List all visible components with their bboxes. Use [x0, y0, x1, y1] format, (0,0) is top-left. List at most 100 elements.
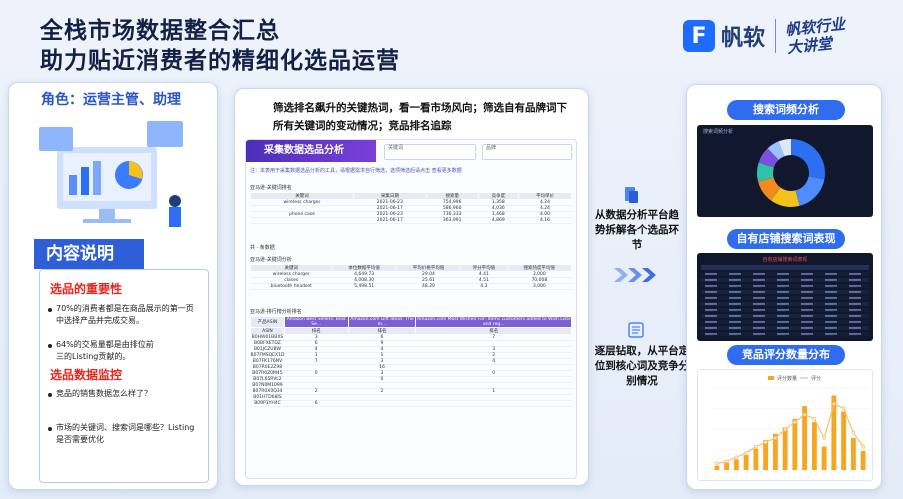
brand: F 帆软 帆软行业 大讲堂 [683, 14, 846, 58]
table-cell: B01HTD68IS [250, 394, 285, 401]
table-row: B09P1YH4C 6 [250, 400, 572, 407]
bar [714, 465, 720, 470]
table-cell [849, 297, 861, 299]
title-line-1: 全栈市场数据整合汇总 [40, 18, 280, 44]
line-point [744, 451, 748, 455]
table-cell [753, 303, 765, 305]
table-cell [825, 297, 837, 299]
table-cell [705, 285, 717, 287]
table-cell [415, 400, 572, 407]
table-header: 搜索热度平均值 [506, 264, 573, 272]
donut-slice [791, 139, 825, 180]
bar [850, 438, 856, 470]
table-cell [753, 321, 765, 323]
table-cell: 6 [284, 400, 348, 407]
table-cell: B07R0Z0M45 [250, 370, 285, 377]
table-cell: B07N0M1099 [250, 382, 285, 389]
title-line-2: 助力贴近消费者的精细化选品运营 [40, 48, 400, 74]
keyword-filter[interactable]: 关键词 [384, 144, 476, 160]
table-cell [705, 291, 717, 293]
table-cell: 3,000 [507, 283, 572, 290]
rating-distribution-chart-box: 评分数量 评分 [697, 369, 873, 481]
table-cell [801, 273, 813, 275]
line-point [851, 430, 856, 435]
table-cell [705, 279, 717, 281]
table-cell [348, 400, 416, 407]
table-cell [801, 285, 813, 287]
line-point [793, 420, 797, 424]
table-cell: B07L65RVL2 [250, 376, 285, 383]
table-cell [801, 321, 813, 323]
table-cell: 2021-06-17 [353, 217, 427, 224]
line-point [715, 461, 719, 466]
table-cell [849, 303, 861, 305]
table-cell [825, 291, 837, 293]
brand-tag: 帆软行业 大讲堂 [784, 14, 846, 58]
table-cell [777, 273, 789, 275]
table-cell [777, 297, 789, 299]
heading-monitoring: 选品数据监控 [50, 368, 123, 382]
table-cell [777, 279, 789, 281]
table-cell [849, 333, 861, 335]
line-point [822, 436, 826, 440]
table-cell [729, 333, 741, 335]
table-cell [777, 303, 789, 305]
dashboard-title: 搜索词频分析 [703, 129, 734, 135]
line-point [724, 459, 729, 464]
table-cell [849, 315, 861, 317]
page-title: 全栈市场数据整合汇总 助力贴近消费者的精细化选品运营 [40, 16, 400, 76]
table-header: Amazon.com Most Wished For: Items custom… [415, 316, 572, 328]
heading-importance: 选品的重要性 [50, 282, 123, 296]
table-subheader: 排名 [415, 327, 572, 335]
table-header [701, 265, 869, 270]
table-cell [705, 297, 717, 299]
line-point [763, 440, 768, 445]
analytics-illustration-icon [39, 121, 183, 227]
table-cell [801, 279, 813, 281]
table-cell [705, 321, 717, 323]
table-cell [705, 309, 717, 311]
table-cell [849, 321, 861, 323]
report-banner: 采集数据选品分析 [246, 140, 376, 162]
bar [831, 395, 837, 470]
analysis-panel: 搜索词频分析 搜索词频分析 自有店铺搜索词表现 自有店铺搜索词表现 竞品评分数量… [686, 84, 882, 490]
donut-slice [795, 176, 825, 206]
table-header: 搜索量 [425, 192, 479, 200]
table-cell [705, 333, 717, 335]
table-cell [753, 309, 765, 311]
table-cell [753, 285, 765, 287]
table-header: Amazon.com Gift Ideas: The m... [347, 316, 417, 328]
table-cell [777, 327, 789, 329]
selection-report: 采集数据选品分析 关键词 品牌 注：本表用于采集数据选品分析的工具，请根据需求自… [245, 139, 577, 479]
brand-filter[interactable]: 品牌 [482, 144, 572, 160]
pager[interactable]: 共 · 条数据 [250, 244, 275, 251]
table-cell: B07FMSQEX1D [250, 352, 285, 359]
table-cell: 4.16 [518, 217, 572, 224]
table-cell [777, 309, 789, 311]
table-cell [729, 279, 741, 281]
table-cell: 363,991 [426, 217, 479, 224]
table-cell [729, 297, 741, 299]
table-cell [825, 321, 837, 323]
bar [841, 411, 847, 470]
bullet-icon [48, 427, 52, 431]
bullet-icon [48, 308, 52, 312]
table-cell [729, 321, 741, 323]
table-cell [705, 273, 717, 275]
table-cell [825, 303, 837, 305]
table-cell [729, 327, 741, 329]
store-search-dashboard: 自有店铺搜索词表现 [697, 253, 873, 341]
legend-label: 评分 [811, 375, 821, 382]
bar [724, 462, 730, 470]
table-cell [849, 327, 861, 329]
table-cell: B07R0X0Q34 [250, 388, 285, 395]
bar [763, 440, 769, 470]
table-cell [849, 285, 861, 287]
line-point [773, 436, 778, 440]
table-cell [825, 327, 837, 329]
table-cell [801, 333, 813, 335]
table-cell [729, 309, 741, 311]
table-cell [777, 291, 789, 293]
table-cell [849, 291, 861, 293]
trend-breakdown-text: 从数据分析平台趋势拆解各个选品环节 [595, 209, 679, 251]
